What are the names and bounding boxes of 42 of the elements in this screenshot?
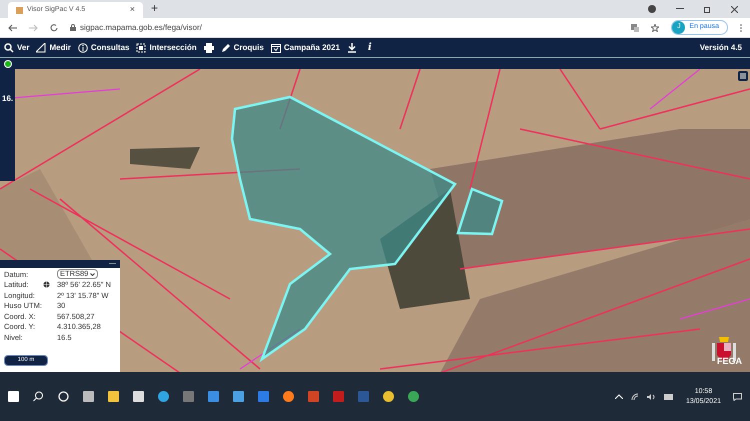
download-button[interactable] [346, 42, 357, 52]
measure-button[interactable]: Medir [36, 42, 71, 54]
minimize-icon[interactable] [676, 8, 684, 10]
intersection-icon [136, 42, 146, 52]
ruler-icon [36, 42, 46, 52]
new-tab-button[interactable]: + [151, 0, 158, 17]
favicon-icon [16, 6, 23, 14]
circle-icon[interactable] [58, 391, 69, 402]
close-icon[interactable] [731, 6, 738, 12]
calendar-icon [270, 42, 281, 52]
lock-icon [70, 24, 76, 31]
notification-icon[interactable] [733, 392, 742, 400]
layers-menu-icon[interactable] [738, 71, 748, 81]
aerial-map-drawing[interactable] [0, 69, 750, 372]
network-icon[interactable] [630, 392, 639, 400]
version-label: Versión 4.5 [700, 42, 743, 54]
download-icon [346, 42, 357, 52]
pencil-icon [220, 42, 231, 52]
star-icon[interactable] [651, 24, 660, 32]
reload-icon[interactable] [50, 24, 58, 32]
zoom-level-panel: 16. [0, 69, 15, 181]
restore-icon[interactable] [704, 6, 711, 12]
close-tab-button[interactable]: × [130, 3, 135, 17]
battery-icon[interactable] [664, 394, 674, 400]
info-button[interactable]: i [364, 40, 376, 55]
search-icon [4, 42, 14, 52]
speaker-icon[interactable] [646, 392, 656, 400]
info-icon [78, 42, 88, 52]
printer-icon [204, 42, 214, 52]
globe-icon[interactable] [43, 281, 50, 288]
search-button[interactable]: Ver [4, 42, 30, 54]
search-icon[interactable] [33, 391, 44, 402]
attribution-text: FEGA [716, 354, 742, 368]
pencil-button[interactable]: Croquis [220, 42, 264, 54]
chevron-down-icon [90, 272, 96, 276]
calendar-button[interactable]: Campaña 2021 [270, 42, 340, 54]
info-button[interactable]: Consultas [78, 42, 130, 54]
print-button[interactable] [204, 42, 214, 52]
back-arrow-icon[interactable] [8, 24, 17, 32]
chevron-up-icon[interactable] [614, 394, 623, 399]
address-bar[interactable]: sigpac.mapama.gob.es/fega/visor/ [70, 22, 620, 34]
intersect-button[interactable]: Intersección [136, 42, 197, 54]
